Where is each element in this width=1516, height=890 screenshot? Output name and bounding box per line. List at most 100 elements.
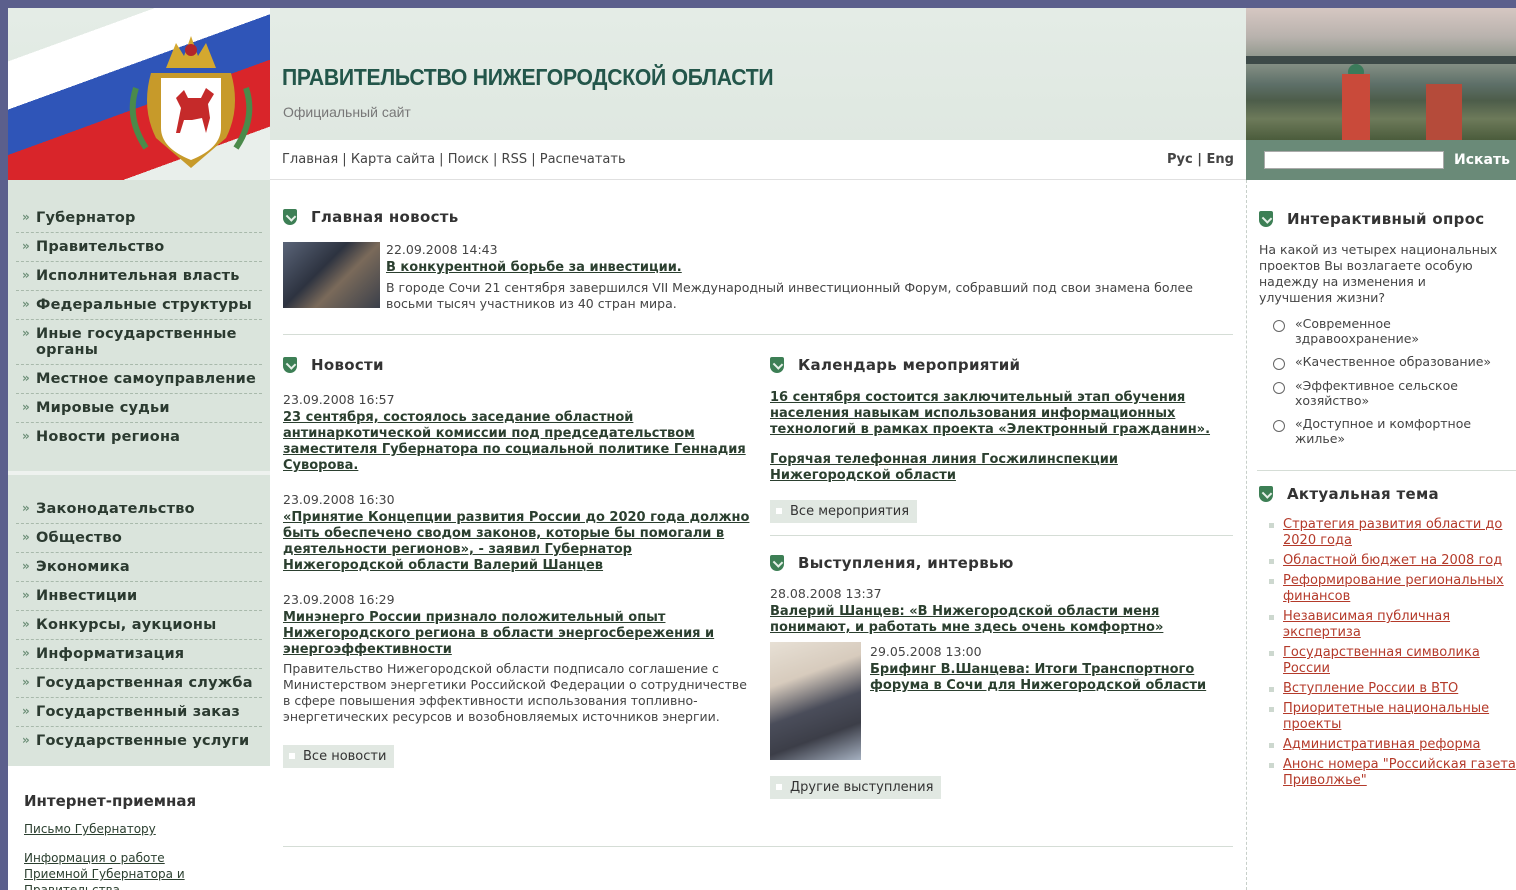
header-city-photo: [1246, 8, 1516, 140]
search-bar: Искать: [1246, 140, 1516, 180]
poll-heading: Интерактивный опрос: [1259, 210, 1516, 228]
top-navigation: Главная | Карта сайта | Поиск | RSS | Ра…: [270, 140, 1246, 180]
main-news-title-link[interactable]: В конкурентной борьбе за инвестиции.: [386, 260, 1226, 276]
sidebar-item-economy[interactable]: Экономика: [16, 553, 262, 582]
nav-link-rss[interactable]: RSS: [502, 152, 528, 167]
main-news-date: 22.09.2008 14:43: [386, 242, 498, 257]
poll-option: «Качественное образование»: [1259, 354, 1516, 370]
shield-icon: [283, 209, 297, 225]
reception-title: Интернет-приемная: [24, 792, 197, 810]
sidebar-item-investments[interactable]: Инвестиции: [16, 582, 262, 611]
sidebar-item-state-order[interactable]: Государственный заказ: [16, 698, 262, 727]
internet-reception: Интернет-приемная Письмо Губернатору Инф…: [8, 766, 270, 890]
speeches-heading: Выступления, интервью: [770, 554, 1233, 572]
nav-link-home[interactable]: Главная: [282, 152, 338, 167]
speech-title-link[interactable]: Валерий Шанцев: «В Нижегородской области…: [770, 604, 1210, 636]
site-title: ПРАВИТЕЛЬСТВО НИЖЕГОРОДСКОЙ ОБЛАСТИ: [282, 64, 774, 90]
sidebar-item-judges[interactable]: Мировые судьи: [16, 394, 262, 423]
divider: [770, 535, 1233, 536]
topic-link[interactable]: Реформирование региональных финансов: [1269, 573, 1516, 605]
sidebar-menu-secondary: Законодательство Общество Экономика Инве…: [8, 495, 270, 755]
topic-link[interactable]: Независимая публичная экспертиза: [1269, 609, 1516, 641]
sidebar-item-other-bodies[interactable]: Иные государственные органы: [16, 320, 262, 365]
calendar-event-link[interactable]: Горячая телефонная линия Госжилинспекции…: [770, 452, 1190, 484]
page: ПРАВИТЕЛЬСТВО НИЖЕГОРОДСКОЙ ОБЛАСТИ Офиц…: [8, 8, 1516, 890]
sidebar-menu-primary: Губернатор Правительство Исполнительная …: [8, 180, 270, 451]
sidebar-item-tenders[interactable]: Конкурсы, аукционы: [16, 611, 262, 640]
speech-date: 28.08.2008 13:37: [770, 586, 882, 601]
nav-link-print[interactable]: Распечатать: [540, 152, 626, 167]
sidebar-item-state-services[interactable]: Государственные услуги: [16, 727, 262, 755]
all-events-button[interactable]: Все мероприятия: [770, 500, 918, 523]
main-news-text: В городе Сочи 21 сентября завершился VII…: [386, 280, 1193, 311]
other-speeches-button[interactable]: Другие выступления: [770, 776, 942, 799]
shield-icon: [283, 357, 297, 373]
news-item: 23.09.2008 16:29 Минэнерго России призна…: [283, 592, 753, 725]
letter-to-governor-link[interactable]: Письмо Губернатору: [24, 822, 254, 836]
radio-button[interactable]: [1273, 358, 1285, 370]
sidebar-item-governor[interactable]: Губернатор: [16, 204, 262, 233]
poll-option: «Современное здравоохранение»: [1259, 316, 1516, 346]
right-sidebar: Интерактивный опрос На какой из четырех …: [1246, 180, 1516, 890]
nav-link-search[interactable]: Поиск: [448, 152, 489, 167]
topics-heading: Актуальная тема: [1259, 485, 1516, 503]
news-text: Правительство Нижегородской области подп…: [283, 661, 747, 724]
sidebar-item-executive[interactable]: Исполнительная власть: [16, 262, 262, 291]
speeches-section: Выступления, интервью 28.08.2008 13:37 В…: [770, 554, 1233, 799]
main-news-photo[interactable]: [283, 242, 380, 308]
topic-link[interactable]: Стратегия развития области до 2020 года: [1269, 517, 1516, 549]
search-button[interactable]: Искать: [1454, 152, 1510, 168]
poll-option: «Доступное и комфортное жилье»: [1259, 416, 1516, 446]
all-news-button[interactable]: Все новости: [283, 745, 395, 768]
speech-title-link[interactable]: Брифинг В.Шанцева: Итоги Транспортного ф…: [870, 662, 1233, 694]
speech-photo[interactable]: [770, 642, 861, 760]
language-switch: Рус | Eng: [1167, 152, 1234, 167]
topic-link[interactable]: Административная реформа: [1269, 737, 1516, 753]
news-date: 23.09.2008 16:30: [283, 492, 395, 507]
radio-button[interactable]: [1273, 320, 1285, 332]
sidebar-item-region-news[interactable]: Новости региона: [16, 423, 262, 451]
shield-icon: [1259, 486, 1273, 502]
topics-section: Актуальная тема Стратегия развития облас…: [1247, 471, 1516, 789]
topics-list: Стратегия развития области до 2020 года …: [1259, 517, 1516, 789]
site-subtitle: Официальный сайт: [283, 104, 411, 120]
topic-link[interactable]: Областной бюджет на 2008 год: [1269, 553, 1516, 569]
radio-button[interactable]: [1273, 382, 1285, 394]
lang-ru-link[interactable]: Рус: [1167, 152, 1193, 167]
sidebar-item-legislation[interactable]: Законодательство: [16, 495, 262, 524]
sidebar-item-federal[interactable]: Федеральные структуры: [16, 291, 262, 320]
news-title-link[interactable]: 23 сентября, состоялось заседание област…: [283, 410, 753, 474]
news-date: 23.09.2008 16:57: [283, 392, 395, 407]
sidebar-item-society[interactable]: Общество: [16, 524, 262, 553]
topic-link[interactable]: Анонс номера "Российская газета Приволжь…: [1269, 757, 1516, 789]
main-news-section: Главная новость 22.09.2008 14:43 В конку…: [283, 208, 1233, 312]
calendar-heading: Календарь мероприятий: [770, 356, 1233, 374]
shield-icon: [770, 555, 784, 571]
poll-section: Интерактивный опрос На какой из четырех …: [1247, 180, 1516, 446]
lang-en-link[interactable]: Eng: [1207, 152, 1234, 167]
news-heading: Новости: [283, 356, 753, 374]
sidebar-item-informatization[interactable]: Информатизация: [16, 640, 262, 669]
poll-option: «Эффективное сельское хозяйство»: [1259, 378, 1516, 408]
topic-link[interactable]: Вступление России в ВТО: [1269, 681, 1516, 697]
top-links: Главная | Карта сайта | Поиск | RSS | Ра…: [282, 152, 626, 167]
sidebar-item-government[interactable]: Правительство: [16, 233, 262, 262]
poll-options: «Современное здравоохранение» «Качествен…: [1259, 316, 1516, 446]
sidebar-item-local-gov[interactable]: Местное самоуправление: [16, 365, 262, 394]
coat-of-arms-icon: [129, 36, 253, 168]
news-title-link[interactable]: Минэнерго России признало положительный …: [283, 610, 753, 658]
divider: [283, 334, 1233, 335]
news-title-link[interactable]: «Принятие Концепции развития России до 2…: [283, 510, 753, 574]
topic-link[interactable]: Государственная символика России: [1269, 645, 1516, 677]
left-sidebar: Губернатор Правительство Исполнительная …: [8, 180, 270, 890]
nav-link-sitemap[interactable]: Карта сайта: [351, 152, 435, 167]
news-date: 23.09.2008 16:29: [283, 592, 395, 607]
calendar-event-link[interactable]: 16 сентября состоится заключительный эта…: [770, 390, 1220, 438]
search-input[interactable]: [1264, 151, 1444, 169]
topic-link[interactable]: Приоритетные национальные проекты: [1269, 701, 1516, 733]
main-news-heading: Главная новость: [283, 208, 1233, 226]
reception-info-link[interactable]: Информация о работе Приемной Губернатора…: [24, 850, 214, 890]
radio-button[interactable]: [1273, 420, 1285, 432]
news-item: 23.09.2008 16:30 «Принятие Концепции раз…: [283, 492, 753, 574]
sidebar-item-civil-service[interactable]: Государственная служба: [16, 669, 262, 698]
